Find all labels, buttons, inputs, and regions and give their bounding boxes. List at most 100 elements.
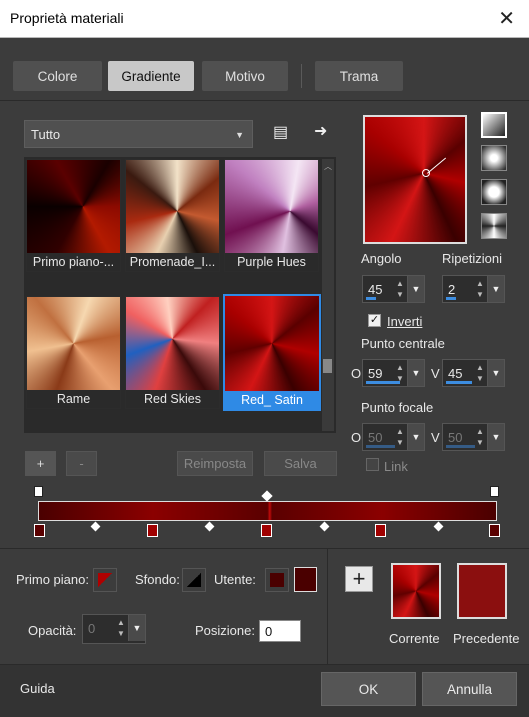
- color-midpoint[interactable]: [319, 521, 330, 532]
- color-stop[interactable]: [147, 524, 158, 537]
- focal-v-label: V: [431, 430, 440, 445]
- gradient-thumbnail[interactable]: Primo piano-...: [26, 159, 121, 272]
- center-v-spinbox[interactable]: 45 ▲ ▼ ▼: [442, 359, 505, 387]
- gradient-label: Promenade_I...: [129, 255, 216, 269]
- link-checkbox[interactable]: [366, 458, 379, 471]
- focal-v-spinbox[interactable]: 50 ▲ ▼ ▼: [442, 423, 505, 451]
- library-scrollbar[interactable]: ︿: [322, 159, 334, 431]
- angle-handle[interactable]: [427, 157, 447, 174]
- tab-divider: [301, 64, 302, 88]
- gradient-thumbnail[interactable]: Red Skies: [125, 296, 220, 409]
- rectangular-style-icon[interactable]: [481, 145, 507, 171]
- previous-label: Precedente: [453, 631, 520, 646]
- previous-swatch[interactable]: [457, 563, 507, 619]
- gradient-bar[interactable]: [38, 501, 497, 521]
- spin-arrows-icon[interactable]: ▲ ▼: [474, 278, 486, 300]
- center-o-spinbox[interactable]: 59 ▲ ▼ ▼: [362, 359, 425, 387]
- current-swatch[interactable]: [391, 563, 441, 619]
- user-color-swatch[interactable]: [294, 567, 317, 592]
- repeat-spinbox[interactable]: 2 ▲ ▼ ▼: [442, 275, 505, 303]
- remove-gradient-button[interactable]: -: [66, 451, 97, 476]
- center-o-label: O: [351, 366, 362, 381]
- foreground-swatch[interactable]: [93, 568, 117, 592]
- reset-button[interactable]: Reimposta: [177, 451, 253, 476]
- gradient-label: Primo piano-...: [32, 255, 115, 269]
- color-midpoint[interactable]: [204, 521, 215, 532]
- spin-down: ▼: [476, 374, 484, 383]
- tab-motivo[interactable]: Motivo: [202, 61, 288, 91]
- color-stop[interactable]: [34, 524, 45, 537]
- tab-gradiente[interactable]: Gradiente: [108, 61, 194, 91]
- angle-value: 45: [368, 282, 383, 297]
- gradient-preview: [225, 296, 319, 391]
- chevron-down-icon[interactable]: ▼: [407, 276, 424, 302]
- color-stop-selected[interactable]: [261, 524, 272, 537]
- cancel-button[interactable]: Annulla: [422, 672, 517, 706]
- color-midpoint[interactable]: [433, 521, 444, 532]
- center-o-value: 59: [368, 366, 383, 381]
- spin-arrows-icon[interactable]: ▲ ▼: [474, 426, 486, 448]
- background-swatch[interactable]: [182, 568, 206, 592]
- sunburst-style-icon[interactable]: [481, 213, 507, 239]
- chevron-down-icon[interactable]: ▼: [487, 424, 504, 450]
- center-v-label: V: [431, 366, 440, 381]
- add-swatch-button[interactable]: +: [345, 566, 373, 592]
- vertical-divider: [327, 549, 328, 664]
- gradient-thumbnail[interactable]: Purple Hues: [224, 159, 319, 272]
- angle-spinbox[interactable]: 45 ▲ ▼ ▼: [362, 275, 425, 303]
- position-input[interactable]: 0: [259, 620, 301, 642]
- scrollbar-thumb[interactable]: [323, 359, 332, 373]
- tab-colore[interactable]: Colore: [13, 61, 102, 91]
- tab-label: Gradiente: [121, 68, 181, 84]
- opacity-value: 0: [88, 621, 96, 636]
- gradient-label: Red_ Satin: [225, 391, 319, 409]
- spin-arrows-icon[interactable]: ▲ ▼: [115, 617, 127, 639]
- color-midpoint[interactable]: [90, 521, 101, 532]
- spin-arrows-icon[interactable]: ▲ ▼: [474, 362, 486, 384]
- focal-v-value: 50: [448, 430, 463, 445]
- save-button[interactable]: Salva: [264, 451, 337, 476]
- angle-level: [366, 297, 376, 300]
- linear-style-icon[interactable]: [481, 112, 507, 138]
- chevron-down-icon[interactable]: ▼: [487, 276, 504, 302]
- gradient-thumbnail[interactable]: Rame: [26, 296, 121, 409]
- opacity-midpoint[interactable]: [261, 490, 273, 502]
- repeat-value: 2: [448, 282, 456, 297]
- angle-label: Angolo: [361, 251, 402, 266]
- spin-arrows-icon[interactable]: ▲ ▼: [394, 278, 406, 300]
- arrow-right-icon[interactable]: ➜: [314, 121, 327, 141]
- chevron-down-icon[interactable]: ▼: [407, 424, 424, 450]
- gradient-swatch-icon: [187, 573, 201, 587]
- color-stop[interactable]: [489, 524, 500, 537]
- chevron-down-icon[interactable]: ▼: [128, 615, 145, 641]
- gradient-preview: [126, 160, 219, 253]
- gradient-thumbnail-selected[interactable]: Red_ Satin: [223, 294, 321, 411]
- help-link[interactable]: Guida: [20, 681, 55, 696]
- gradient-category-select[interactable]: Tutto ▼: [24, 120, 253, 148]
- add-gradient-button[interactable]: +: [25, 451, 56, 476]
- color-stop[interactable]: [375, 524, 386, 537]
- opacity-stop-right[interactable]: [490, 486, 499, 497]
- ok-button[interactable]: OK: [321, 672, 416, 706]
- spin-arrows-icon[interactable]: ▲ ▼: [394, 426, 406, 448]
- chevron-down-icon[interactable]: ▼: [487, 360, 504, 386]
- gradient-label: Purple Hues: [237, 255, 306, 269]
- gradient-thumbnail[interactable]: Promenade_I...: [125, 159, 220, 272]
- scroll-up-icon[interactable]: ︿: [324, 161, 332, 172]
- user-swatch-small[interactable]: [265, 568, 289, 592]
- gradient-preview: [225, 160, 318, 253]
- opacity-stop-left[interactable]: [34, 486, 43, 497]
- focal-o-spinbox[interactable]: 50 ▲ ▼ ▼: [362, 423, 425, 451]
- current-label: Corrente: [389, 631, 440, 646]
- invert-checkbox[interactable]: ✓: [368, 314, 381, 327]
- opacity-spinbox[interactable]: 0 ▲ ▼ ▼: [82, 614, 146, 644]
- new-gradient-icon[interactable]: ▤: [273, 122, 288, 142]
- opacity-label: Opacità:: [28, 623, 77, 638]
- chevron-down-icon[interactable]: ▼: [407, 360, 424, 386]
- close-icon[interactable]: ✕: [498, 6, 515, 31]
- radial-style-icon[interactable]: [481, 179, 507, 205]
- tab-trama[interactable]: Trama: [315, 61, 403, 91]
- user-label: Utente:: [214, 572, 256, 587]
- title-bar: Proprietà materiali ✕: [0, 0, 529, 38]
- gradient-preview-large[interactable]: [363, 115, 467, 244]
